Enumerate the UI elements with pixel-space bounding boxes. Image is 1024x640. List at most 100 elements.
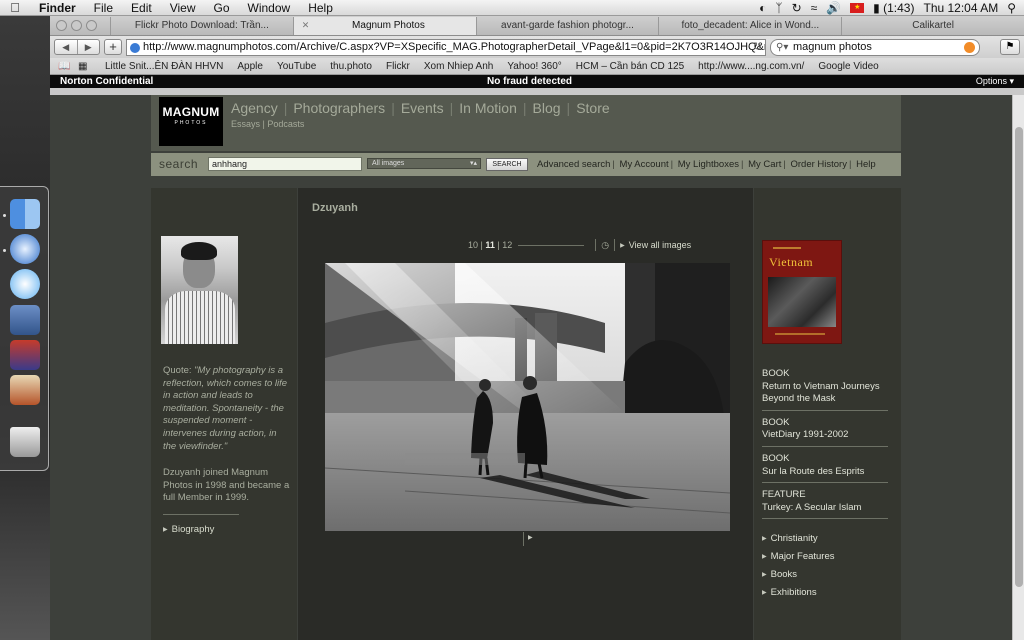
nav-photographers[interactable]: Photographers bbox=[287, 100, 391, 116]
my-cart-link[interactable]: My Cart bbox=[748, 159, 781, 170]
link-major-features[interactable]: ▶ Major Features bbox=[762, 548, 835, 566]
page-10-link[interactable]: 10 bbox=[468, 240, 478, 250]
site-header: MAGNUM PHOTOS Agency | Photographers | Eve… bbox=[151, 95, 901, 151]
textedit-icon[interactable] bbox=[10, 375, 40, 405]
link-exhibitions[interactable]: ▶ Exhibitions bbox=[762, 584, 835, 602]
reload-icon[interactable]: ↻ bbox=[753, 40, 762, 55]
norton-options-button[interactable]: Options ▾ bbox=[976, 76, 1014, 87]
bookmark-item[interactable]: Little Snit...ÊN ĐÀN HHVN bbox=[98, 61, 230, 72]
app-icon[interactable] bbox=[10, 340, 40, 370]
tab-avant-garde[interactable]: avant-garde fashion photogr... bbox=[475, 17, 659, 35]
norton-options-label: Options bbox=[975, 76, 1007, 86]
bookmark-item[interactable]: HCM – Cần bán CD 125 bbox=[569, 61, 691, 72]
menu-file[interactable]: File bbox=[85, 1, 122, 15]
related-links: ▶ Christianity ▶ Major Features ▶ Books ▶ Ex… bbox=[762, 530, 835, 602]
tab-magnum[interactable]: ✕ Magnum Photos bbox=[292, 17, 476, 35]
advanced-search-link[interactable]: Advanced search bbox=[537, 159, 610, 170]
bookmark-item[interactable]: Google Video bbox=[811, 61, 885, 72]
my-lightboxes-link[interactable]: My Lightboxes bbox=[678, 159, 739, 170]
quote-label: Quote: bbox=[163, 365, 192, 376]
grid-icon[interactable]: ▦ bbox=[78, 61, 92, 72]
bluetooth-icon[interactable]: ᛉ bbox=[775, 1, 782, 15]
browser-search-field[interactable]: ⚲▾ magnum photos bbox=[770, 38, 980, 56]
view-all-images-link[interactable]: ▶ View all images bbox=[620, 240, 691, 250]
menubar-clock[interactable]: Thu 12:04 AM bbox=[923, 1, 998, 15]
snapback-icon[interactable] bbox=[964, 41, 975, 53]
menu-finder[interactable]: Finder bbox=[30, 1, 85, 15]
order-history-link[interactable]: Order History bbox=[790, 159, 846, 170]
trash-icon[interactable] bbox=[10, 427, 40, 457]
magnum-page: MAGNUM PHOTOS Agency | Photographers | Eve… bbox=[151, 95, 901, 640]
book-icon[interactable]: 📖 bbox=[58, 61, 72, 72]
battery-status[interactable]: ▮ (1:43) bbox=[873, 1, 914, 15]
nav-blog[interactable]: Blog bbox=[527, 100, 567, 116]
itunes-icon[interactable] bbox=[10, 269, 40, 299]
bookmark-item[interactable]: Apple bbox=[230, 61, 270, 72]
time-machine-icon[interactable]: ↻ bbox=[792, 1, 802, 15]
caption-toggle-icon[interactable]: ▶ bbox=[528, 534, 533, 541]
menu-help[interactable]: Help bbox=[299, 1, 342, 15]
publication-item[interactable]: FEATURE Turkey: A Secular Islam bbox=[762, 489, 888, 520]
link-books[interactable]: ▶ Books bbox=[762, 566, 835, 584]
site-globe-icon bbox=[130, 42, 140, 53]
volume-icon[interactable]: 🔊 bbox=[826, 1, 841, 15]
bookmark-item[interactable]: YouTube bbox=[270, 61, 323, 72]
tab-foto-decadent[interactable]: foto_decadent: Alice in Wond... bbox=[658, 17, 841, 35]
menu-edit[interactable]: Edit bbox=[122, 1, 161, 15]
menu-view[interactable]: View bbox=[161, 1, 205, 15]
publication-item[interactable]: BOOK Sur la Route des Esprits bbox=[762, 453, 888, 484]
bookmark-item[interactable]: thu.photo bbox=[323, 61, 379, 72]
publication-item[interactable]: BOOK VietDiary 1991-2002 bbox=[762, 417, 888, 447]
nav-in-motion[interactable]: In Motion bbox=[453, 100, 523, 116]
back-button[interactable]: ◀ bbox=[55, 40, 78, 54]
add-bookmark-button[interactable]: + bbox=[104, 39, 122, 55]
close-tab-icon[interactable]: ✕ bbox=[302, 17, 310, 34]
menu-window[interactable]: Window bbox=[239, 1, 300, 15]
bookmark-item[interactable]: Xom Nhiep Anh bbox=[417, 61, 501, 72]
apple-menu-icon[interactable]:  bbox=[0, 0, 30, 15]
close-window-button[interactable] bbox=[56, 19, 67, 31]
spotlight-icon[interactable]: ⚲ bbox=[1007, 1, 1016, 15]
wifi-icon[interactable]: ≈ bbox=[811, 1, 818, 15]
tab-calikartel[interactable]: Calikartel bbox=[841, 17, 1024, 35]
nav-agency[interactable]: Agency bbox=[231, 100, 284, 116]
bookmark-item[interactable]: http://www....ng.com.vn/ bbox=[691, 61, 811, 72]
finder-icon[interactable] bbox=[10, 199, 40, 229]
forward-button[interactable]: ▶ bbox=[78, 40, 100, 54]
vietnam-flag-icon[interactable] bbox=[850, 2, 865, 13]
scrollbar-thumb[interactable] bbox=[1015, 127, 1023, 587]
site-nav: Agency | Photographers | Events | In Motion… bbox=[231, 100, 616, 116]
site-search-input[interactable]: anhhang bbox=[208, 157, 362, 171]
sub-nav[interactable]: Essays | Podcasts bbox=[231, 119, 304, 129]
nav-store[interactable]: Store bbox=[570, 100, 615, 116]
spaces-icon[interactable] bbox=[10, 305, 40, 335]
site-search-button[interactable]: SEARCH bbox=[486, 158, 528, 171]
bookmark-item[interactable]: Flickr bbox=[379, 61, 417, 72]
slideshow-clock-icon[interactable]: ◷ bbox=[601, 240, 609, 251]
link-separator: | bbox=[783, 159, 786, 170]
help-link[interactable]: Help bbox=[856, 159, 876, 170]
select-value: All images bbox=[372, 160, 405, 167]
book-cover-image[interactable]: Vietnam bbox=[762, 240, 842, 344]
minimize-window-button[interactable] bbox=[71, 19, 82, 31]
divider bbox=[163, 514, 239, 515]
zoom-window-button[interactable] bbox=[86, 19, 97, 31]
magnum-logo[interactable]: MAGNUM PHOTOS bbox=[159, 97, 223, 146]
nav-events[interactable]: Events bbox=[395, 100, 450, 116]
link-christianity[interactable]: ▶ Christianity bbox=[762, 530, 835, 548]
tab-flickr[interactable]: Flickr Photo Download: Trần... bbox=[110, 17, 293, 35]
menu-go[interactable]: Go bbox=[205, 1, 239, 15]
page-12-link[interactable]: 12 bbox=[502, 240, 512, 250]
biography-link[interactable]: ▶ Biography bbox=[163, 524, 214, 535]
my-account-link[interactable]: My Account bbox=[620, 159, 669, 170]
arrow-right-icon: ▶ bbox=[620, 243, 625, 249]
safari-icon[interactable] bbox=[10, 234, 40, 264]
bookmark-item[interactable]: Yahoo! 360° bbox=[500, 61, 568, 72]
image-type-select[interactable]: All images ▾▴ bbox=[367, 158, 481, 169]
featured-photo[interactable] bbox=[325, 263, 730, 531]
address-bar[interactable]: http://www.magnumphotos.com/Archive/C.as… bbox=[126, 38, 766, 56]
publication-item[interactable]: BOOK Return to Vietnam Journeys Beyond t… bbox=[762, 368, 888, 411]
moon-icon[interactable]: ◐ bbox=[759, 1, 766, 15]
debug-bug-icon[interactable]: ⚑ bbox=[1000, 39, 1020, 55]
vertical-scrollbar[interactable] bbox=[1012, 95, 1024, 640]
